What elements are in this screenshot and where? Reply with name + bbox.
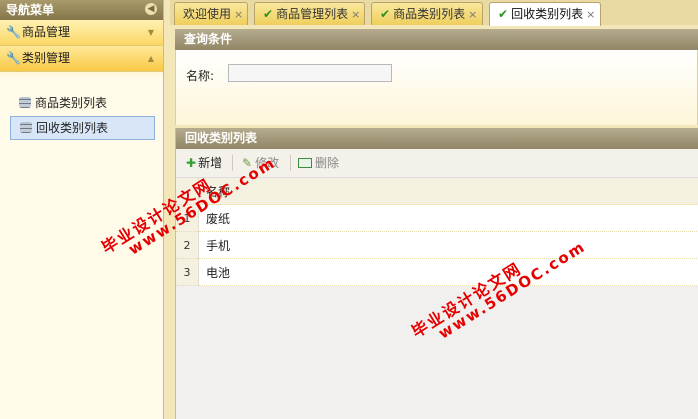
table-row[interactable]: 2 手机 xyxy=(176,231,698,259)
wrench-icon: 🔧 xyxy=(6,51,21,65)
row-number: 3 xyxy=(176,258,199,286)
cell-name[interactable]: 废纸 xyxy=(198,204,698,232)
name-label: 名称: xyxy=(186,69,215,83)
check-icon: ✔ xyxy=(263,7,274,21)
tab-label: 商品类别列表 xyxy=(393,7,466,21)
sidebar-title: 导航菜单 xyxy=(6,3,55,17)
close-icon[interactable]: × xyxy=(468,8,477,21)
accordion-label: 商品管理 xyxy=(22,25,71,39)
tab-label: 商品管理列表 xyxy=(276,7,349,21)
table-row[interactable]: 3 电池 xyxy=(176,258,698,286)
database-icon xyxy=(19,97,31,108)
toolbar-divider xyxy=(290,155,291,171)
sidebar-item-label: 回收类别列表 xyxy=(36,121,109,135)
tab-bar: 欢迎使用 × ✔ 商品管理列表 × ✔ 商品类别列表 × ✔ 回收类别列表 × xyxy=(170,0,698,26)
database-icon xyxy=(20,122,32,133)
category-table: 名称 1 废纸 2 手机 3 电池 xyxy=(176,178,698,286)
tab-recycle-category-list[interactable]: ✔ 回收类别列表 × xyxy=(489,2,601,26)
chevron-up-icon: ▲ xyxy=(147,54,154,63)
tab-label: 回收类别列表 xyxy=(511,7,584,21)
tab-product-category-list[interactable]: ✔ 商品类别列表 × xyxy=(371,2,483,25)
tab-label: 欢迎使用 xyxy=(183,7,232,21)
delete-icon xyxy=(298,158,312,168)
close-icon[interactable]: × xyxy=(351,8,360,21)
query-body: 名称: xyxy=(175,50,698,125)
row-number: 2 xyxy=(176,231,199,259)
check-icon: ✔ xyxy=(380,7,391,21)
column-header-name[interactable]: 名称 xyxy=(198,178,698,205)
chevron-left-icon[interactable]: ◀ xyxy=(145,3,157,15)
accordion-category-management[interactable]: 🔧类别管理 ▲ xyxy=(0,46,163,72)
table-row[interactable]: 1 废纸 xyxy=(176,204,698,232)
close-icon[interactable]: × xyxy=(234,8,243,21)
close-icon[interactable]: × xyxy=(586,8,595,21)
tab-welcome[interactable]: 欢迎使用 × xyxy=(174,2,248,25)
check-icon: ✔ xyxy=(498,7,509,21)
accordion-product-management[interactable]: 🔧商品管理 ▼ xyxy=(0,20,163,46)
wrench-icon: 🔧 xyxy=(6,25,21,39)
query-panel-title: 查询条件 xyxy=(175,29,698,50)
sidebar-item-label: 商品类别列表 xyxy=(35,96,108,110)
sidebar-item-recycle-category-list[interactable]: 回收类别列表 xyxy=(10,116,155,140)
sidebar-item-product-category-list[interactable]: 商品类别列表 xyxy=(10,92,155,116)
chevron-down-icon: ▼ xyxy=(147,28,154,37)
add-icon: ✚ xyxy=(186,156,197,170)
query-panel: 查询条件 名称: xyxy=(175,29,698,125)
delete-button[interactable]: 删除 xyxy=(298,149,339,177)
name-input[interactable] xyxy=(228,64,392,82)
tab-product-management-list[interactable]: ✔ 商品管理列表 × xyxy=(254,2,365,25)
cell-name[interactable]: 手机 xyxy=(198,231,698,259)
cell-name[interactable]: 电池 xyxy=(198,258,698,286)
sidebar-header: 导航菜单 ◀ xyxy=(0,0,163,20)
accordion-label: 类别管理 xyxy=(22,51,71,65)
main-area: 欢迎使用 × ✔ 商品管理列表 × ✔ 商品类别列表 × ✔ 回收类别列表 × 查询条件 名称… xyxy=(170,0,698,419)
